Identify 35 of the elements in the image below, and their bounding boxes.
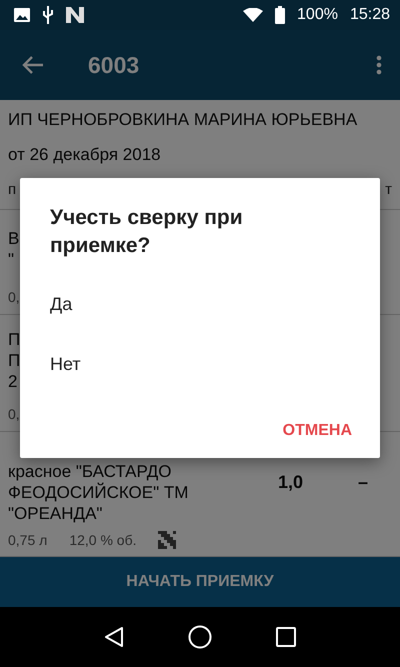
dialog-title: Учесть сверку при приемке? (50, 205, 244, 259)
product-name-line: 2 (8, 370, 18, 392)
column-header: т (385, 181, 392, 198)
back-icon[interactable] (22, 56, 44, 74)
supplier-name: ИП ЧЕРНОБРОВКИНА МАРИНА ЮРЬЕВНА (8, 110, 358, 130)
product-name-line: П (8, 350, 20, 370)
screen-title: 6003 (88, 52, 140, 78)
product-name-line: ФЕОДОСИЙСКОЕ" ТМ (8, 482, 188, 503)
n-icon (66, 7, 84, 23)
dash: – (358, 472, 368, 492)
product-name-line: В (8, 228, 20, 249)
battery-icon (275, 6, 286, 24)
home-icon[interactable] (188, 625, 212, 649)
product-name-line: красное "БАСТАРДО (8, 461, 172, 482)
product-detail: 12,0 % об. (69, 532, 136, 548)
dialog-option[interactable]: Нет (50, 334, 350, 394)
cancel-button[interactable]: ОТМЕНА (282, 416, 352, 446)
product-detail: 0,75 л (8, 532, 48, 548)
clock: 15:28 (350, 6, 390, 24)
barcode-icon (158, 531, 176, 549)
product-detail: 0, (8, 289, 20, 305)
wifi-icon (243, 8, 264, 22)
recents-icon[interactable] (276, 627, 296, 647)
product-detail: 0, (8, 406, 20, 422)
document-date: от 26 декабря 2018 (8, 145, 161, 165)
column-header: п (8, 181, 16, 198)
battery-level: 100% (297, 6, 338, 24)
quantity: 1,0 (278, 472, 304, 492)
more-icon[interactable] (376, 55, 382, 75)
back-nav-icon[interactable] (104, 626, 124, 648)
product-name-line: " (8, 249, 14, 270)
dialog-option[interactable]: Да (50, 274, 350, 334)
product-name-line: "ОРЕАНДА" (8, 503, 102, 524)
product-name-line: П (8, 328, 20, 350)
image-icon (14, 8, 30, 22)
